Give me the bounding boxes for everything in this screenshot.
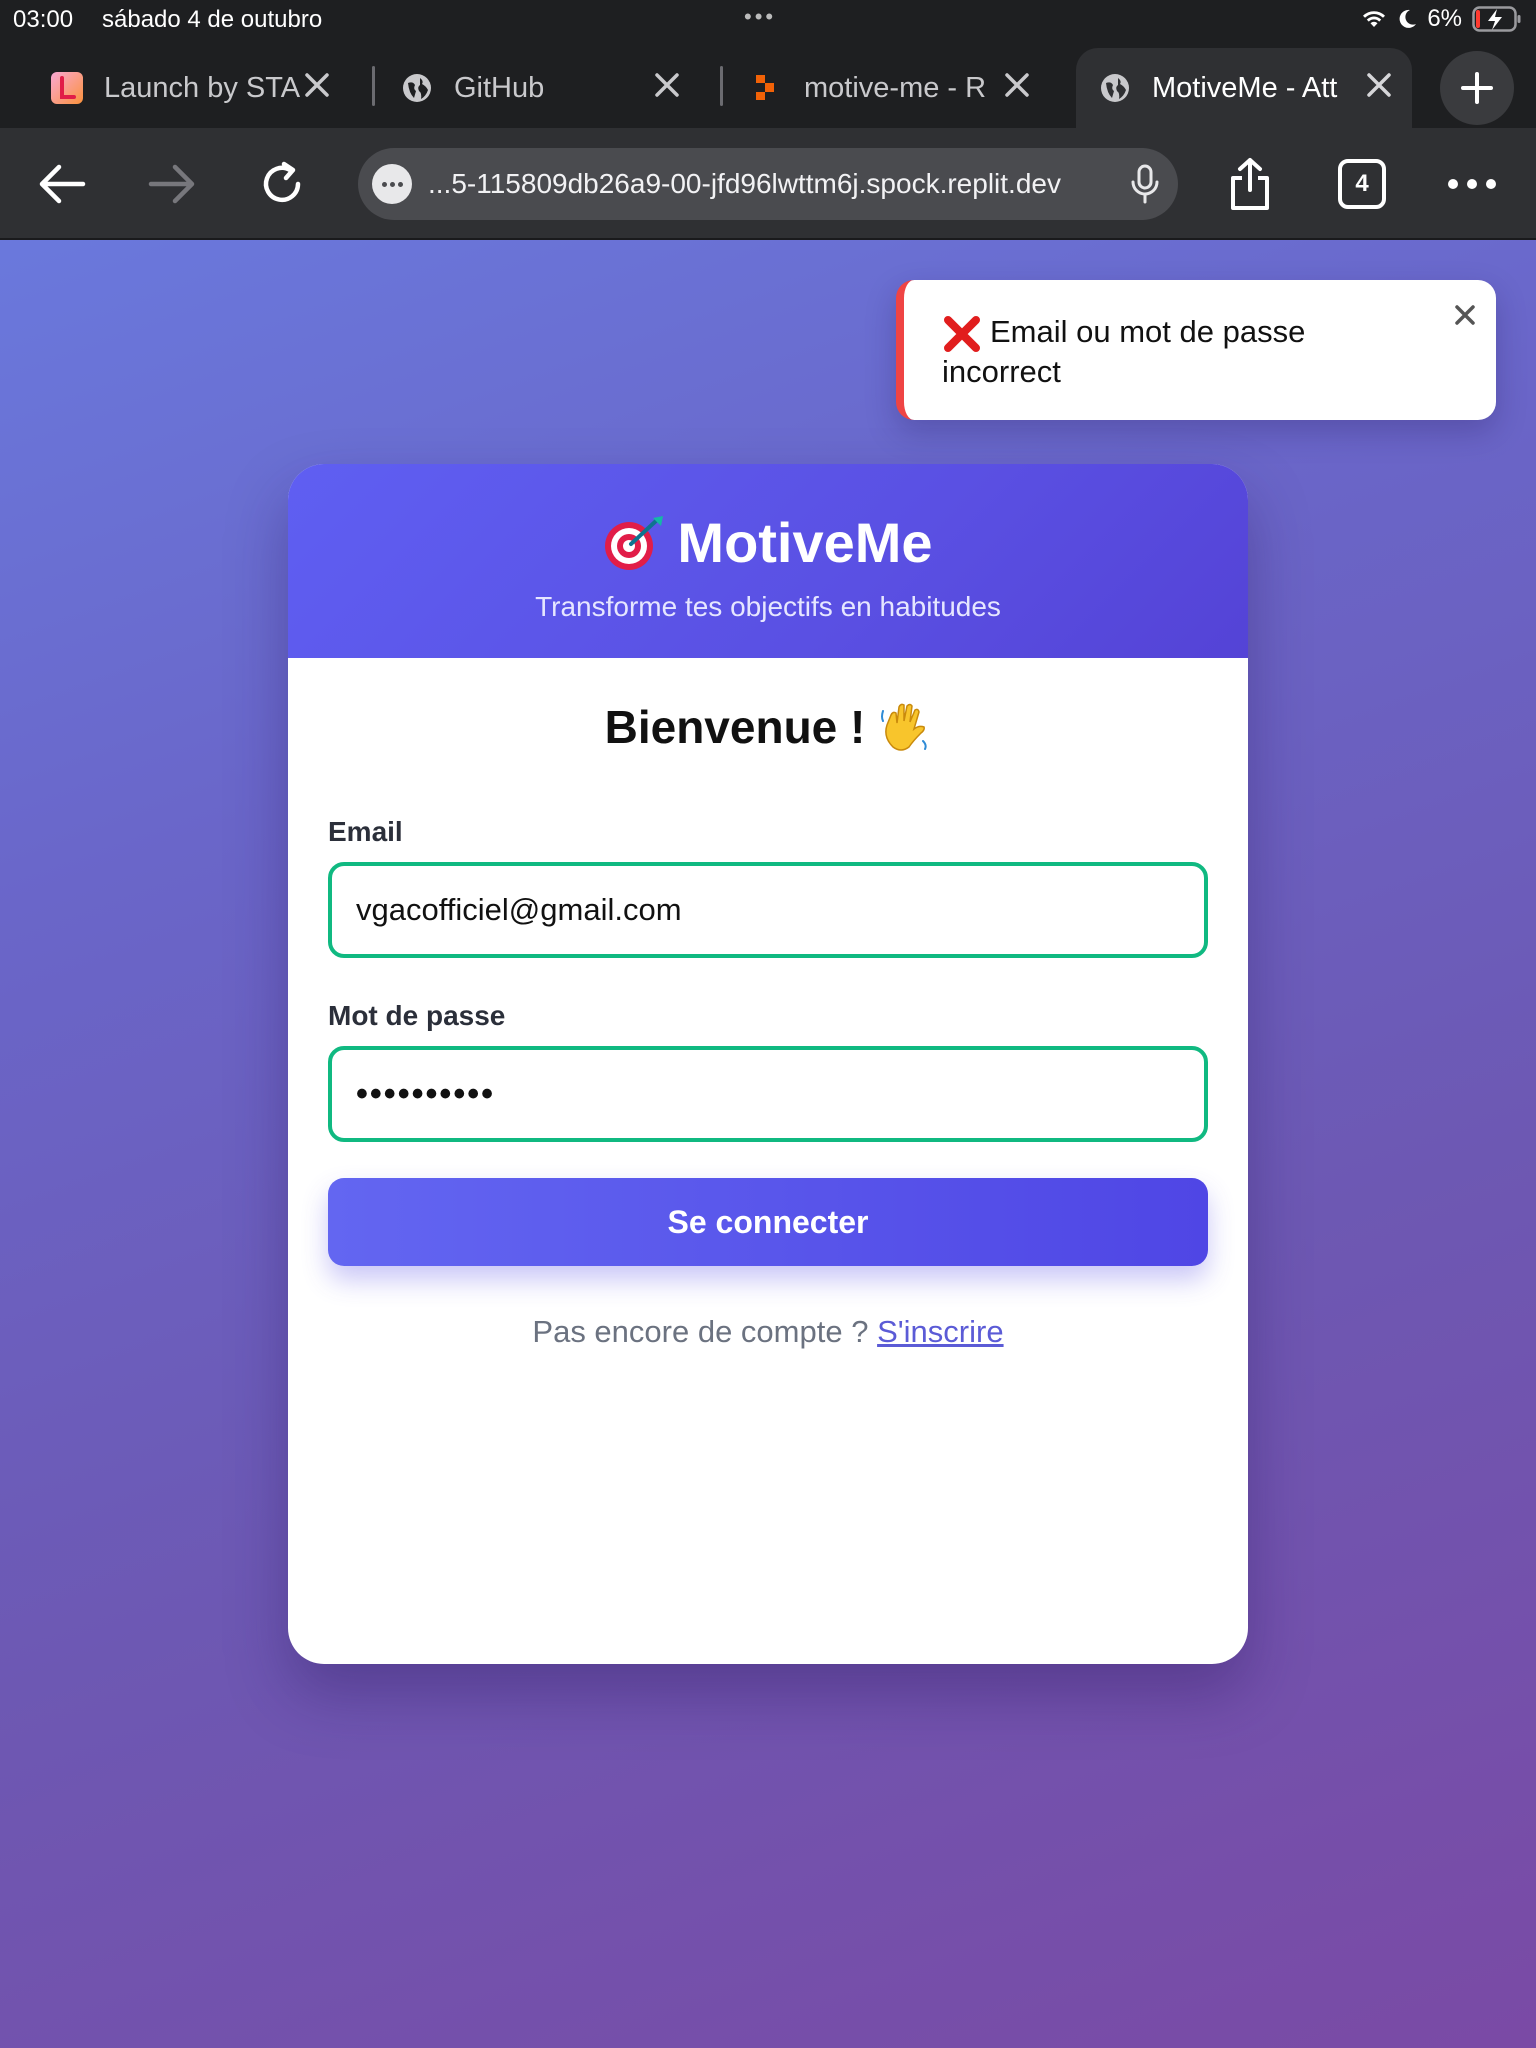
new-tab-button[interactable] — [1440, 51, 1514, 125]
tab-label: motive-me - R — [804, 71, 987, 104]
target-dart-icon — [605, 515, 664, 570]
tagline: Transforme tes objectifs en habitudes — [535, 591, 1001, 622]
signup-prompt: Pas encore de compte ? — [532, 1314, 869, 1349]
back-button[interactable] — [32, 154, 92, 214]
waving-hand-icon — [881, 703, 928, 751]
status-indicators: 6% — [1361, 5, 1522, 33]
email-field[interactable]: vgacofficiel@gmail.com — [328, 862, 1208, 958]
brand: MotiveMe — [288, 464, 1248, 575]
moon-icon — [1399, 9, 1417, 28]
welcome-heading: Bienvenue ! — [288, 700, 1248, 754]
url-text: ...5-115809db26a9-00-jfd96lwttm6j.spock.… — [428, 168, 1061, 199]
close-tab-icon[interactable] — [652, 70, 682, 100]
email-value: vgacofficiel@gmail.com — [356, 892, 682, 927]
close-tab-icon[interactable] — [1364, 70, 1394, 100]
error-toast: Email ou mot de passe incorrect — [896, 280, 1496, 420]
plus-icon — [1461, 72, 1493, 104]
tab-strip: Launch by STA GitHub motive-me - R Motiv… — [0, 48, 1536, 128]
status-bar: 03:00 sábado 4 de outubro ••• 6% — [0, 0, 1536, 40]
battery-charging-icon — [1472, 6, 1521, 32]
browser-chrome: 03:00 sábado 4 de outubro ••• 6% Launch … — [0, 0, 1536, 128]
tab-replit[interactable]: motive-me - R — [750, 48, 1050, 128]
tab-separator — [720, 66, 723, 106]
signup-link[interactable]: S'inscrire — [877, 1314, 1004, 1349]
site-info-icon[interactable] — [372, 164, 412, 204]
tab-launch[interactable]: Launch by STA — [50, 48, 350, 128]
address-bar[interactable]: ...5-115809db26a9-00-jfd96lwttm6j.spock.… — [358, 148, 1178, 220]
status-time: 03:00 — [13, 6, 74, 33]
login-card: MotiveMe Transforme tes objectifs en hab… — [288, 464, 1248, 1664]
close-tab-icon[interactable] — [1002, 70, 1032, 100]
tab-label: MotiveMe - Att — [1152, 71, 1338, 104]
more-menu-button[interactable] — [1442, 154, 1502, 214]
tab-github[interactable]: GitHub — [400, 48, 700, 128]
password-label: Mot de passe — [328, 1000, 506, 1031]
tab-label: Launch by STA — [104, 71, 301, 104]
more-icon — [1448, 179, 1496, 189]
tab-count-button[interactable]: 4 — [1338, 159, 1386, 209]
signup-line: Pas encore de compte ? S'inscrire — [328, 1314, 1208, 1350]
browser-toolbar: ...5-115809db26a9-00-jfd96lwttm6j.spock.… — [0, 128, 1536, 240]
arrow-left-icon — [39, 164, 86, 204]
password-value: •••••••••• — [356, 1074, 496, 1113]
reload-icon — [263, 161, 301, 203]
password-field[interactable]: •••••••••• — [328, 1046, 1208, 1142]
tab-motiveme[interactable]: MotiveMe - Att — [1076, 48, 1412, 128]
close-icon[interactable] — [1452, 302, 1478, 328]
email-label: Email — [328, 816, 403, 847]
brand-name: MotiveMe — [677, 511, 933, 574]
wifi-icon — [1363, 11, 1386, 27]
reload-button[interactable] — [252, 154, 312, 214]
login-button[interactable]: Se connecter — [328, 1178, 1208, 1266]
battery-percentage: 6% — [1427, 5, 1462, 32]
multitasking-dots-icon[interactable]: ••• — [744, 4, 776, 30]
share-icon — [1231, 158, 1269, 210]
microphone-icon[interactable] — [1130, 164, 1160, 204]
close-tab-icon[interactable] — [302, 70, 332, 100]
status-date: sábado 4 de outubro — [102, 6, 323, 33]
arrow-right-icon — [148, 164, 195, 204]
card-header: MotiveMe Transforme tes objectifs en hab… — [288, 464, 1248, 658]
share-button[interactable] — [1220, 154, 1280, 214]
login-form: Email vgacofficiel@gmail.com Mot de pass… — [328, 816, 1208, 1350]
forward-button[interactable] — [142, 154, 202, 214]
tab-label: GitHub — [454, 71, 545, 104]
globe-icon — [1101, 74, 1129, 102]
tab-separator — [372, 66, 375, 106]
welcome-text: Bienvenue ! — [604, 701, 866, 753]
replit-icon — [756, 75, 774, 100]
launch-app-icon — [51, 72, 83, 104]
toast-message: Email ou mot de passe incorrect — [942, 314, 1306, 389]
globe-icon — [403, 74, 431, 102]
